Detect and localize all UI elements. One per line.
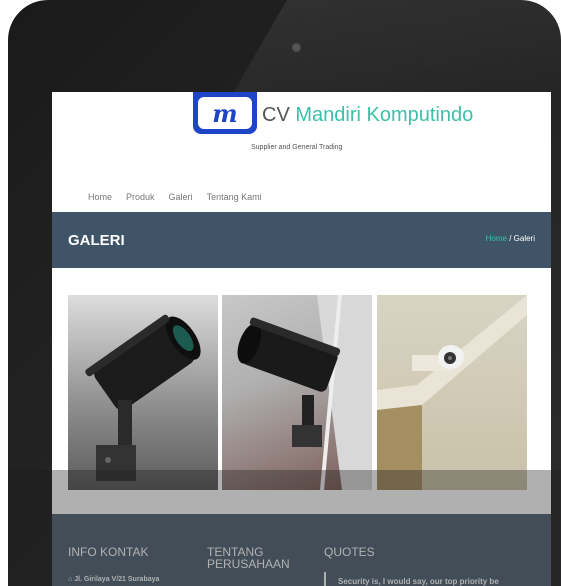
footer-address-text: Jl. Girilaya V/21 Surabaya (74, 576, 160, 583)
nav-item-produk[interactable]: Produk (126, 192, 155, 202)
page-header-bar: GALERI Home / Galeri (52, 212, 551, 268)
brand-prefix: CV (262, 104, 290, 126)
website-screen: m CV Mandiri Komputindo Supplier and Gen… (52, 92, 551, 586)
breadcrumb-current: Galeri (513, 234, 535, 243)
page-title: GALERI (68, 232, 125, 249)
home-icon: ⌂ (68, 576, 73, 583)
brand-name: Mandiri Komputindo (295, 104, 474, 126)
main-nav: Home Produk Galeri Tentang Kami (88, 192, 262, 202)
site-footer: INFO KONTAK TENTANG PERUSAHAAN QUOTES ⌂ … (52, 514, 551, 586)
footer-address: ⌂ Jl. Girilaya V/21 Surabaya (68, 576, 159, 583)
nav-item-galeri[interactable]: Galeri (169, 192, 193, 202)
footer-quote-text: Security is, I would say, our top priori… (338, 577, 499, 586)
gallery-photo-bullet-cctv[interactable] (68, 295, 218, 490)
footer-quotes-title: QUOTES (324, 545, 375, 559)
tablet-frame: m CV Mandiri Komputindo Supplier and Gen… (8, 0, 561, 586)
gallery-photo-outdoor-cctv[interactable] (222, 295, 372, 490)
logo[interactable]: m (193, 92, 257, 134)
site-tagline: Supplier and General Trading (251, 144, 343, 151)
footer-about-title-line2: PERUSAHAAN (207, 557, 290, 571)
breadcrumb-home-link[interactable]: Home (486, 234, 507, 243)
tablet-sheen (229, 0, 561, 100)
quote-bar (324, 572, 326, 586)
footer-about-title: TENTANG PERUSAHAAN (207, 546, 297, 570)
site-title: CV Mandiri Komputindo (262, 104, 473, 127)
logo-mark-icon: m (198, 97, 252, 129)
gallery-photo-dome-cctv[interactable] (377, 295, 527, 490)
nav-item-home[interactable]: Home (88, 192, 112, 202)
nav-item-tentang-kami[interactable]: Tentang Kami (207, 192, 262, 202)
footer-info-title: INFO KONTAK (68, 545, 149, 559)
breadcrumb-separator: / (509, 234, 512, 243)
breadcrumb: Home / Galeri (486, 234, 535, 243)
camera-icon (293, 44, 300, 51)
